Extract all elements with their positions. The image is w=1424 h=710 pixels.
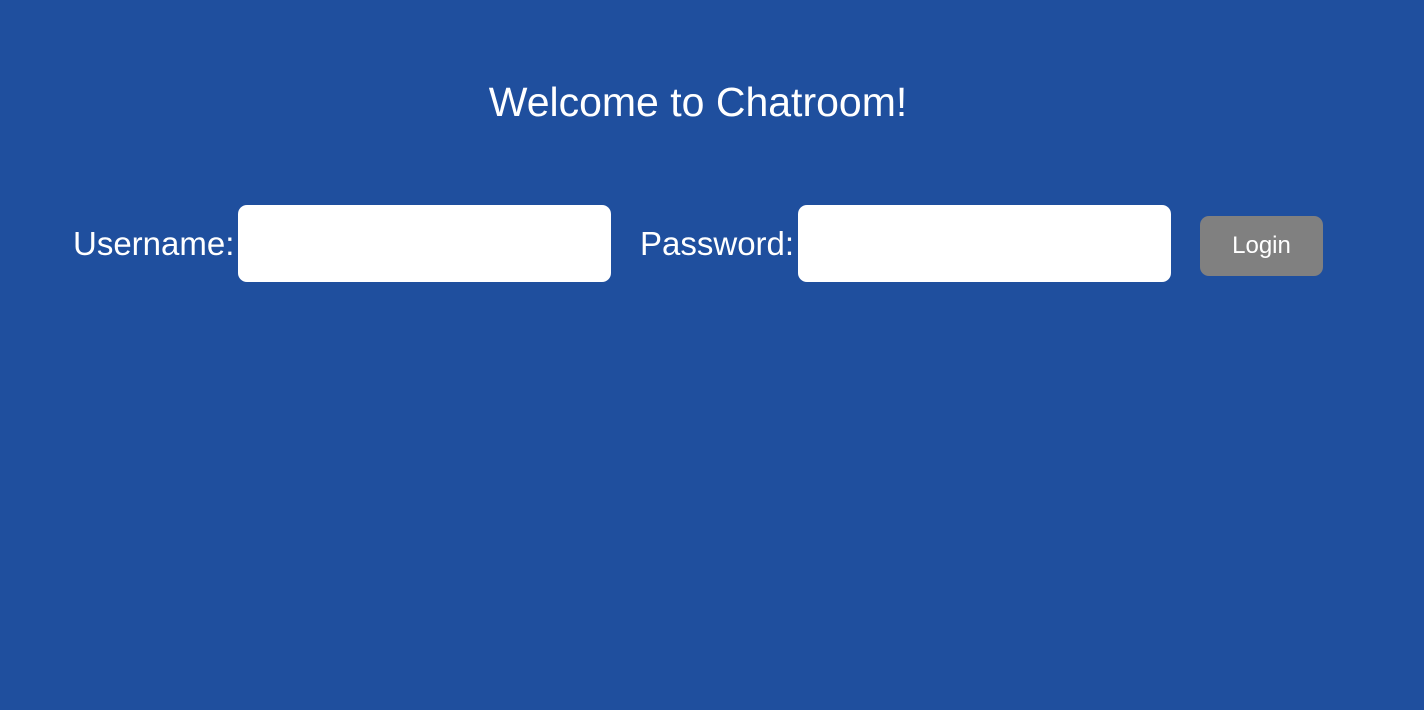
login-button[interactable]: Login <box>1200 216 1323 276</box>
password-input[interactable] <box>798 205 1171 282</box>
page-title: Welcome to Chatroom! <box>488 79 908 125</box>
username-input[interactable] <box>238 205 611 282</box>
username-label: Username: <box>73 225 235 262</box>
login-page: Welcome to Chatroom! Username: Password:… <box>0 0 1424 710</box>
login-form: Username: Password: Login <box>0 205 1424 282</box>
password-label: Password: <box>640 225 795 262</box>
